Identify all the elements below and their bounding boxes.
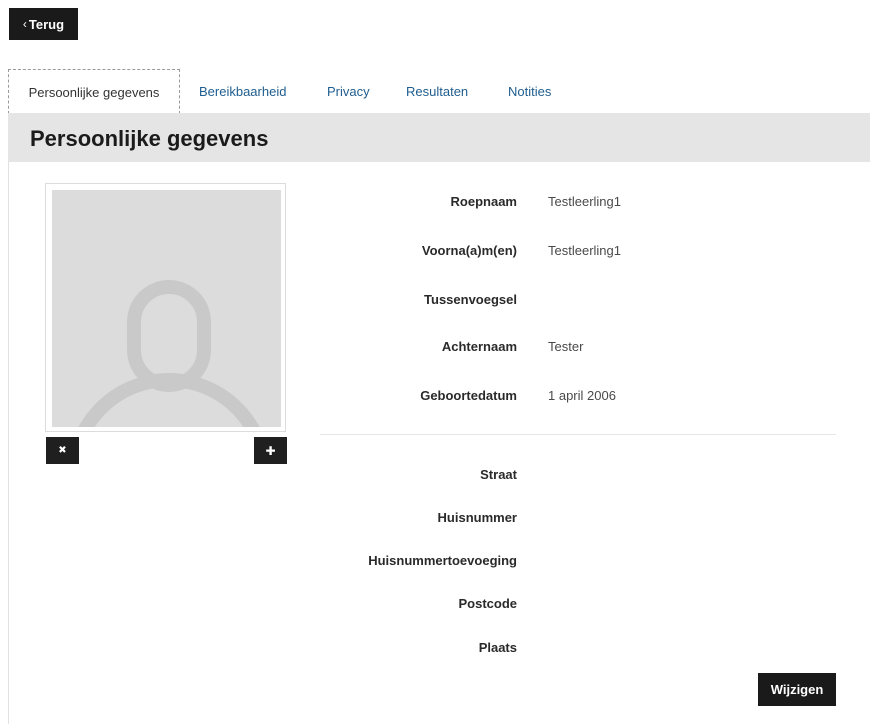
- divider: [320, 434, 836, 435]
- remove-photo-button[interactable]: ✖: [46, 437, 79, 464]
- close-icon: ✖: [58, 445, 67, 456]
- value-voornamen: Testleerling1: [548, 243, 621, 258]
- edit-button[interactable]: Wijzigen: [758, 673, 836, 706]
- value-roepnaam: Testleerling1: [548, 194, 621, 209]
- profile-photo: [45, 183, 286, 432]
- value-geboortedatum: 1 april 2006: [548, 388, 616, 403]
- photo-placeholder: [52, 190, 281, 427]
- tab-label: Bereikbaarheid: [199, 83, 287, 99]
- tab-label: Persoonlijke gegevens: [28, 84, 160, 100]
- tab-notities[interactable]: Notities: [508, 69, 551, 113]
- tab-bereikbaarheid[interactable]: Bereikbaarheid: [199, 69, 286, 113]
- back-button-label: Terug: [28, 16, 65, 32]
- label-voornamen: Voorna(a)m(en): [421, 243, 517, 258]
- page-title: Persoonlijke gegevens: [30, 126, 269, 151]
- tab-label: Privacy: [327, 83, 370, 99]
- label-roepnaam: Roepnaam: [450, 194, 517, 209]
- tab-resultaten[interactable]: Resultaten: [406, 69, 468, 113]
- tab-persoonlijke-gegevens[interactable]: Persoonlijke gegevens: [8, 69, 180, 114]
- chevron-left-icon: ‹: [22, 17, 27, 31]
- label-plaats: Plaats: [478, 640, 517, 655]
- label-geboortedatum: Geboortedatum: [420, 388, 517, 403]
- label-huisnummer: Huisnummer: [437, 510, 517, 525]
- label-huisnummertoevoeging: Huisnummertoevoeging: [368, 553, 517, 568]
- tab-label: Resultaten: [406, 83, 469, 99]
- add-photo-button[interactable]: ✚: [254, 437, 287, 464]
- value-achternaam: Tester: [548, 339, 584, 354]
- user-silhouette-icon: [78, 280, 260, 427]
- tab-bar: Persoonlijke gegevens Bereikbaarheid Pri…: [8, 69, 870, 114]
- label-tussenvoegsel: Tussenvoegsel: [424, 292, 517, 307]
- back-button[interactable]: ‹ Terug: [9, 8, 78, 40]
- tab-privacy[interactable]: Privacy: [327, 69, 370, 113]
- edit-button-label: Wijzigen: [770, 682, 824, 697]
- label-postcode: Postcode: [458, 596, 517, 611]
- content-border: [8, 162, 9, 724]
- tab-label: Notities: [508, 83, 552, 99]
- section-header: Persoonlijke gegevens: [8, 113, 870, 162]
- label-achternaam: Achternaam: [441, 339, 517, 354]
- plus-icon: ✚: [265, 443, 276, 458]
- label-straat: Straat: [480, 467, 517, 482]
